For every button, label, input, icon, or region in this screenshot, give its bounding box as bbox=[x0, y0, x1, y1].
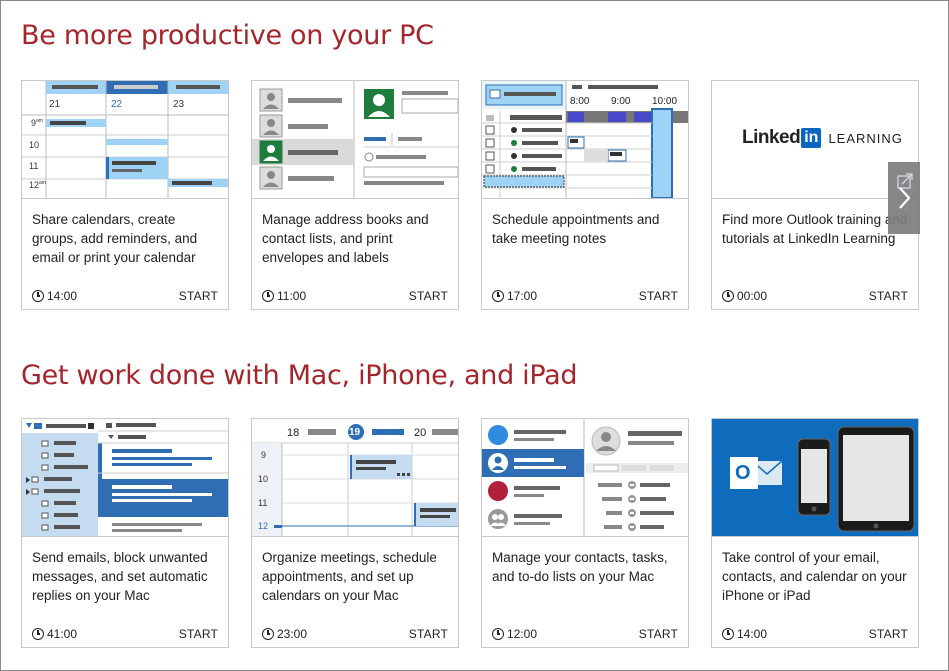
cal-hour-12: 12am bbox=[29, 180, 46, 190]
schedule-time-8: 8:00 bbox=[570, 96, 590, 107]
start-link[interactable]: START bbox=[179, 289, 218, 303]
linkedin-learning-logo: Linked in LEARNING bbox=[742, 127, 903, 148]
mac-cal-hour-11: 11 bbox=[258, 498, 268, 508]
duration: 00:00 bbox=[722, 289, 767, 303]
start-link[interactable]: START bbox=[869, 627, 908, 641]
card-divider bbox=[482, 198, 688, 199]
clock-icon bbox=[32, 628, 44, 640]
iphone-icon bbox=[797, 438, 831, 516]
course-card-mac-calendar[interactable]: 18 19 20 9 10 11 12 Organize meetings, s… bbox=[251, 418, 459, 648]
mac-contacts-thumbnail bbox=[482, 419, 688, 536]
course-card-iphone-ipad[interactable]: O Take control of your email, contacts, … bbox=[711, 418, 919, 648]
duration: 12:00 bbox=[492, 627, 537, 641]
start-link[interactable]: START bbox=[639, 289, 678, 303]
cal-hour-11: 11 bbox=[29, 161, 39, 171]
carousel-next-button[interactable] bbox=[888, 162, 920, 234]
card-description: Manage address books and contact lists, … bbox=[262, 212, 429, 265]
cal-hour-10: 10 bbox=[29, 140, 40, 150]
mac-cal-hour-9: 9 bbox=[261, 450, 267, 460]
start-link[interactable]: START bbox=[409, 289, 448, 303]
mac-cal-day-19: 19 bbox=[349, 427, 361, 438]
outlook-letter: O bbox=[735, 462, 751, 484]
card-description: Manage your contacts, tasks, and to-do l… bbox=[492, 550, 668, 584]
popout-icon bbox=[897, 173, 913, 189]
clock-icon bbox=[262, 628, 274, 640]
duration: 14:00 bbox=[32, 289, 77, 303]
card-divider bbox=[252, 198, 458, 199]
card-footer: 14:00 START bbox=[32, 289, 218, 305]
clock-icon bbox=[722, 290, 734, 302]
clock-icon bbox=[492, 290, 504, 302]
clock-icon bbox=[262, 290, 274, 302]
card-description: Send emails, block unwanted messages, an… bbox=[32, 550, 208, 603]
schedule-time-10: 10:00 bbox=[652, 96, 678, 107]
card-footer: 23:00 START bbox=[262, 627, 448, 643]
cal-hour-9: 9am bbox=[31, 118, 43, 128]
course-card-mac-contacts[interactable]: Manage your contacts, tasks, and to-do l… bbox=[481, 418, 689, 648]
mac-mail-thumbnail bbox=[22, 419, 228, 536]
duration: 11:00 bbox=[262, 289, 306, 303]
mac-cal-day-20: 20 bbox=[414, 427, 427, 439]
contacts-thumbnail bbox=[252, 81, 458, 198]
duration: 17:00 bbox=[492, 289, 537, 303]
card-footer: 14:00 START bbox=[722, 627, 908, 643]
card-footer: 11:00 START bbox=[262, 289, 448, 305]
card-divider bbox=[22, 536, 228, 537]
section-title-pc: Be more productive on your PC bbox=[21, 20, 434, 51]
cal-day-21: 21 bbox=[49, 99, 61, 110]
start-link[interactable]: START bbox=[869, 289, 908, 303]
card-footer: 41:00 START bbox=[32, 627, 218, 643]
card-divider bbox=[482, 536, 688, 537]
course-card-schedule-appointments[interactable]: 8:00 9:00 10:00 Schedule appointments an… bbox=[481, 80, 689, 310]
card-divider bbox=[22, 198, 228, 199]
card-divider bbox=[712, 536, 918, 537]
card-description: Share calendars, create groups, add remi… bbox=[32, 212, 198, 265]
card-description: Schedule appointments and take meeting n… bbox=[492, 212, 660, 246]
start-link[interactable]: START bbox=[639, 627, 678, 641]
course-card-address-books[interactable]: Manage address books and contact lists, … bbox=[251, 80, 459, 310]
start-link[interactable]: START bbox=[179, 627, 218, 641]
course-card-share-calendars[interactable]: 21 22 23 9am 10 11 12am Share calendars,… bbox=[21, 80, 229, 310]
card-footer: 17:00 START bbox=[492, 289, 678, 305]
card-description: Organize meetings, schedule appointments… bbox=[262, 550, 437, 603]
mac-cal-hour-12: 12 bbox=[258, 521, 269, 531]
start-link[interactable]: START bbox=[409, 627, 448, 641]
clock-icon bbox=[492, 628, 504, 640]
clock-icon bbox=[32, 290, 44, 302]
duration: 23:00 bbox=[262, 627, 307, 641]
calendar-thumbnail: 21 22 23 9am 10 11 12am bbox=[22, 81, 228, 198]
clock-icon bbox=[722, 628, 734, 640]
chevron-right-icon bbox=[899, 187, 911, 209]
mobile-devices-thumbnail: O bbox=[712, 419, 918, 536]
cal-day-23: 23 bbox=[173, 99, 185, 110]
schedule-thumbnail: 8:00 9:00 10:00 bbox=[482, 81, 688, 198]
section-title-mac: Get work done with Mac, iPhone, and iPad bbox=[21, 360, 578, 391]
schedule-time-9: 9:00 bbox=[611, 96, 631, 107]
duration: 14:00 bbox=[722, 627, 767, 641]
ipad-icon bbox=[837, 426, 915, 532]
mac-cal-hour-10: 10 bbox=[258, 474, 269, 484]
cal-day-22: 22 bbox=[111, 99, 123, 110]
card-description: Find more Outlook training and tutorials… bbox=[722, 212, 908, 246]
course-card-mac-email[interactable]: Send emails, block unwanted messages, an… bbox=[21, 418, 229, 648]
card-footer: 12:00 START bbox=[492, 627, 678, 643]
card-footer: 00:00 START bbox=[722, 289, 908, 305]
card-divider bbox=[252, 536, 458, 537]
mac-cal-day-18: 18 bbox=[287, 427, 300, 439]
mac-calendar-thumbnail: 18 19 20 9 10 11 12 bbox=[252, 419, 458, 536]
duration: 41:00 bbox=[32, 627, 77, 641]
card-description: Take control of your email, contacts, an… bbox=[722, 550, 907, 603]
